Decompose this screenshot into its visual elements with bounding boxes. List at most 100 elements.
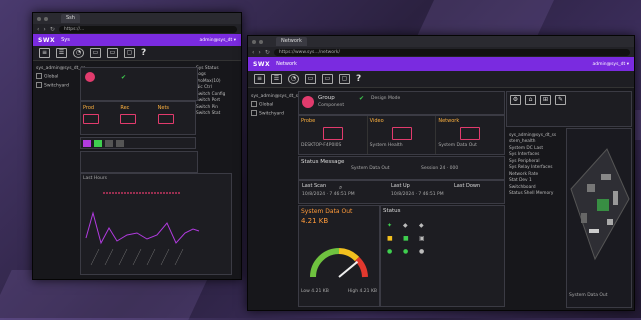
tree-item[interactable]: ProMax(10) [196,79,238,84]
tool-button[interactable] [116,140,124,147]
list-icon[interactable]: ☰ [56,48,67,58]
tree-item[interactable]: Switch Pin [196,105,238,110]
tool-icon[interactable]: ⊞ [540,95,551,105]
help-icon[interactable]: ? [356,74,361,84]
tree-item[interactable]: Nic Ctrl [196,85,238,90]
probe-card: Probe DESKTOP-F4P0I0S [299,116,368,154]
tree-item[interactable]: Sys Peripheral [509,159,569,164]
section-card: Nets [157,104,193,132]
tab-bar: Ssh [33,13,241,24]
window-control[interactable] [37,16,41,21]
tree-item[interactable]: System DC Last [509,146,569,151]
url-field[interactable]: https://www.sys.../network/ [273,48,630,56]
gauge-high-label: High 4.21 KB [347,289,377,294]
group-title: Group [318,95,335,101]
window-control[interactable] [259,39,263,44]
gauge-icon[interactable]: ◔ [73,48,84,58]
tree-item[interactable]: Switchyard [251,109,297,116]
status-icon: ◆ [403,222,408,229]
toolbar: ≡ ☰ ◔ ▭ ▭ ▢ ? [33,46,241,61]
design-mode-label[interactable]: Design Mode [371,96,400,101]
screen-icon[interactable]: ▢ [124,48,135,58]
checkbox[interactable] [36,81,42,88]
right-tree-toolbar: ⚙ ⌂ ⊞ ✎ [506,91,632,127]
status-message-panel: Status Message System Data Out Session 2… [298,156,505,180]
tree-item[interactable]: Global [251,101,297,108]
tree-item[interactable]: Network Rate [509,172,569,177]
sections-panel: Prod Rec Nets [80,101,196,135]
url-field[interactable]: https://... [58,25,237,33]
gauge-value: 4.21 KB [301,217,329,225]
tree-item[interactable]: sys_admin@sys_dt_ss [36,66,85,71]
address-bar: ‹ › ↻ https://www.sys.../network/ [248,47,634,57]
tree-item[interactable]: Switchyard [36,81,80,88]
group-subtitle: Component [318,103,345,108]
tree-item[interactable]: sys_admin@sys_dt_ss [251,94,300,99]
checkbox[interactable] [251,109,257,116]
section-card: Prod [83,104,118,132]
menu-icon[interactable]: ≡ [39,48,50,58]
video-card: Video System Health [368,116,437,154]
tool-button[interactable] [94,140,102,147]
reload-icon[interactable]: ↻ [50,26,55,33]
tree-item[interactable]: Sys Status [196,66,238,71]
tree-item[interactable]: Switch Stat [196,111,238,116]
doc-icon[interactable]: ▭ [305,74,316,84]
browser-tab[interactable]: Network [276,37,307,46]
forward-icon[interactable]: › [258,49,260,56]
circuit-board-image [570,148,630,261]
tree-item[interactable]: Sys Interfaces [509,152,569,157]
status-icon: ● [419,248,425,255]
monitor-icon[interactable]: ▭ [322,74,333,84]
info-panel [80,151,198,173]
forward-icon[interactable]: › [43,26,45,33]
tree-item[interactable]: Global [36,73,80,80]
board-image-panel: System Data Out [566,128,632,308]
screen-icon[interactable]: ▢ [339,74,350,84]
browser-tab[interactable]: Ssh [61,14,80,23]
checkbox[interactable] [36,73,42,79]
checkbox[interactable] [251,101,257,107]
section-card: Rec [120,104,155,132]
tree-item[interactable]: Sys Relay Interfaces [509,165,569,170]
gauge-dial [310,248,368,278]
tree-item[interactable]: Status Shell Memory [509,191,569,196]
tree-item[interactable]: Switch Config [196,92,238,97]
tool-icon[interactable]: ⌂ [525,95,536,105]
status-icon: ● [403,248,409,255]
tree-item[interactable]: Switch Port [196,98,238,103]
doc-icon[interactable]: ▭ [90,48,101,58]
tool-icon[interactable]: ⚙ [510,95,521,105]
list-icon[interactable]: ☰ [271,74,282,84]
search-icon[interactable]: ⌕ [339,184,342,192]
gauge-panel: System Data Out 4.21 KB Low 4.21 KB High… [298,205,380,307]
tool-icon[interactable]: ✎ [555,95,566,105]
tool-button[interactable] [83,140,91,147]
tree-item[interactable]: sys_admin@sys_dt_ss [509,133,569,138]
tool-button[interactable] [105,140,113,147]
tree-item[interactable]: stem_health [509,139,569,144]
app-logo: SWX [253,60,271,68]
scan-panel: Last Scan 10/8/2024 · 7 46:51 PM ⌕ Last … [298,180,505,204]
user-menu[interactable]: admin@sys_dt ▾ [199,38,236,43]
reload-icon[interactable]: ↻ [265,49,270,56]
status-icon: ▣ [419,235,425,242]
image-caption: System Data Out [569,293,608,298]
tree-item[interactable]: Stat Dev 1 [509,178,569,183]
design-mode-icon[interactable]: ✔ [121,74,126,81]
small-toolbar [80,137,196,149]
left-tree: sys_admin@sys_dt_ss Global Switchyard [248,89,300,310]
window-control[interactable] [44,16,48,21]
monitor-icon[interactable]: ▭ [107,48,118,58]
back-icon[interactable]: ‹ [252,49,254,56]
help-icon[interactable]: ? [141,48,146,58]
tree-item[interactable]: Logs [196,72,238,77]
back-icon[interactable]: ‹ [37,26,39,33]
menu-icon[interactable]: ≡ [254,74,265,84]
user-menu[interactable]: admin@sys_dt ▾ [592,62,629,67]
gauge-icon[interactable]: ◔ [288,74,299,84]
tree-item[interactable]: Switchboard [509,185,569,190]
status-icon: ■ [403,235,409,242]
gauge-title: System Data Out [301,208,353,215]
window-control[interactable] [252,39,256,44]
